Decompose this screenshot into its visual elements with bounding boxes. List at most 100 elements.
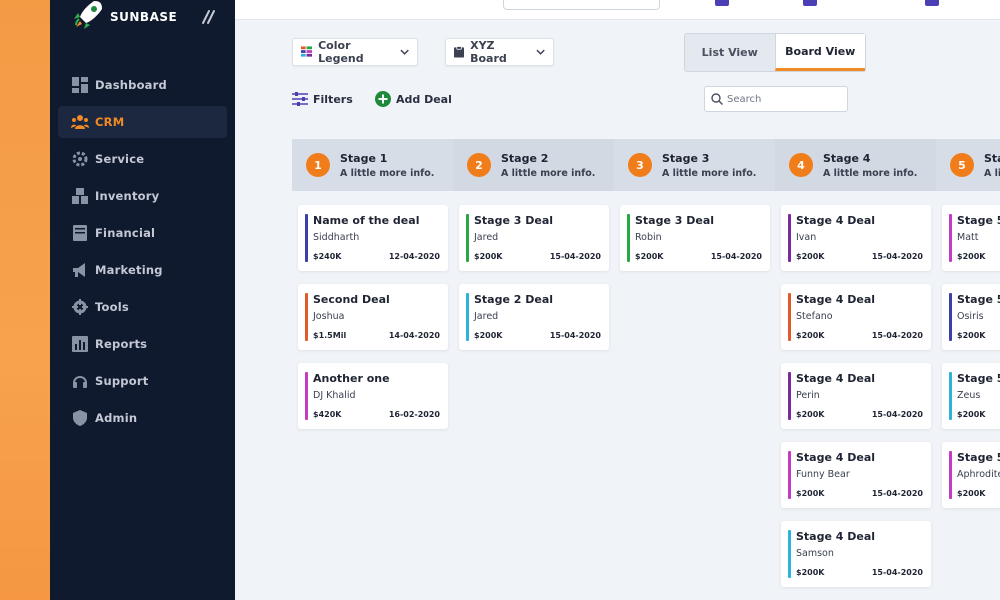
chevron-down-icon	[400, 49, 409, 55]
brand[interactable]: SUNBASE	[70, 0, 177, 34]
stage-header[interactable]: 2 Stage 2 A little more info.	[453, 139, 614, 191]
deal-color-bar	[949, 214, 952, 262]
deal-title: Stage 5 Deal	[957, 293, 1000, 306]
chat-icon[interactable]	[715, 0, 729, 6]
stage-header[interactable]: 3 Stage 3 A little more info.	[614, 139, 775, 191]
deal-color-bar	[949, 293, 952, 341]
deal-card[interactable]: Stage 4 Deal Ivan $200K 15-04-2020	[781, 205, 931, 271]
stage-column: 4 Stage 4 A little more info. Stage 4 Deal I…	[775, 139, 936, 600]
search-box[interactable]	[704, 86, 848, 112]
deal-card[interactable]: Stage 2 Deal Jared $200K 15-04-2020	[459, 284, 609, 350]
deal-card[interactable]: Stage 4 Deal Samson $200K 15-04-2020	[781, 521, 931, 587]
rocket-logo-icon	[74, 1, 102, 29]
deal-person: Matt	[957, 232, 979, 243]
marketing-icon	[71, 261, 89, 279]
deal-person: Funny Bear	[796, 469, 850, 480]
deal-title: Stage 5 Deal	[957, 451, 1000, 464]
stage-header[interactable]: 5 Stage 5 A little more info.	[936, 139, 1000, 191]
plus-circle-icon	[375, 91, 391, 107]
sidebar-item-crm[interactable]: CRM	[58, 106, 227, 138]
sidebar-item-label: Dashboard	[95, 78, 167, 92]
stage-column: 5 Stage 5 A little more info. Stage 5 Deal M…	[936, 139, 1000, 600]
deal-title: Stage 5 Deal	[957, 214, 1000, 227]
deal-card[interactable]: Second Deal Joshua $1.5Mil 14-04-2020	[298, 284, 448, 350]
deal-amount: $200K	[474, 252, 503, 261]
board-view-button[interactable]: Board View	[774, 34, 865, 71]
deal-color-bar	[788, 293, 791, 341]
deal-card[interactable]: Stage 4 Deal Perin $200K 15-04-2020	[781, 363, 931, 429]
sidebar-item-label: Service	[95, 152, 145, 166]
deal-card[interactable]: Stage 5 DealMatt$200K15-04-2020	[942, 205, 1000, 271]
sidebar-item-marketing[interactable]: Marketing	[58, 254, 227, 286]
top-search-input[interactable]	[503, 0, 660, 10]
deal-amount: $240K	[313, 252, 342, 261]
deal-amount: $200K	[957, 410, 986, 419]
sidebar-item-label: CRM	[95, 115, 125, 129]
sidebar-item-dashboard[interactable]: Dashboard	[58, 69, 227, 101]
stage-subtitle: A little more info.	[823, 167, 918, 179]
stage-header[interactable]: 4 Stage 4 A little more info.	[775, 139, 936, 191]
deal-date: 15-04-2020	[871, 331, 923, 340]
deal-card[interactable]: Name of the deal Siddharth $240K 12-04-2020	[298, 205, 448, 271]
stage-header[interactable]: 1 Stage 1 A little more info.	[292, 139, 453, 191]
sidebar-item-label: Admin	[95, 411, 138, 425]
deal-card[interactable]: Stage 5 DealOsiris$200K15-04-2020	[942, 284, 1000, 350]
deal-card[interactable]: Another one DJ Khalid $420K 16-02-2020	[298, 363, 448, 429]
stage-number-badge: 5	[950, 153, 974, 177]
deal-color-bar	[627, 214, 630, 262]
notification-icon[interactable]	[925, 0, 939, 6]
sidebar-item-inventory[interactable]: Inventory	[58, 180, 227, 212]
crm-icon	[71, 113, 89, 131]
deal-date: 12-04-2020	[388, 252, 440, 261]
color-legend-label: Color Legend	[318, 39, 364, 65]
tools-icon	[71, 298, 89, 316]
stage-number-badge: 2	[467, 153, 491, 177]
deal-color-bar	[305, 214, 308, 262]
add-deal-button[interactable]: Add Deal	[375, 90, 452, 108]
stage-column: 1 Stage 1 A little more info. Name of the d…	[292, 139, 453, 600]
deal-date: 15-04-2020	[710, 252, 762, 261]
deal-card[interactable]: Stage 4 Deal Stefano $200K 15-04-2020	[781, 284, 931, 350]
deal-person: Robin	[635, 232, 662, 243]
filters-icon	[292, 92, 308, 106]
top-bar	[235, 0, 1000, 20]
sidebar-item-tools[interactable]: Tools	[58, 291, 227, 323]
deal-amount: $200K	[957, 252, 986, 261]
deal-person: DJ Khalid	[313, 390, 356, 401]
sidebar-item-label: Financial	[95, 226, 156, 240]
search-input[interactable]	[727, 93, 837, 105]
stage-subtitle: A little more info.	[662, 167, 757, 179]
collapse-sidebar-icon[interactable]	[198, 8, 218, 26]
board-select-dropdown[interactable]: XYZ Board	[445, 38, 554, 66]
deal-color-bar	[305, 372, 308, 420]
deal-title: Stage 4 Deal	[796, 214, 876, 227]
sidebar-item-support[interactable]: Support	[58, 365, 227, 397]
deal-date: 15-04-2020	[871, 568, 923, 577]
deal-card[interactable]: Stage 3 Deal Robin $200K 15-04-2020	[620, 205, 770, 271]
stage-name: Stage 4	[823, 151, 871, 165]
deal-person: Jared	[474, 232, 499, 243]
deal-title: Another one	[313, 372, 390, 385]
deal-amount: $420K	[313, 410, 342, 419]
deal-card[interactable]: Stage 5 DealZeus$200K15-04-2020	[942, 363, 1000, 429]
deal-card[interactable]: Stage 3 Deal Jared $200K 15-04-2020	[459, 205, 609, 271]
sidebar-item-admin[interactable]: Admin	[58, 402, 227, 434]
deal-amount: $200K	[635, 252, 664, 261]
deal-color-bar	[788, 530, 791, 578]
list-view-button[interactable]: List View	[685, 34, 775, 71]
deal-color-bar	[788, 372, 791, 420]
shield-icon	[71, 409, 89, 427]
sidebar-item-financial[interactable]: Financial	[58, 217, 227, 249]
sidebar-item-service[interactable]: Service	[58, 143, 227, 175]
stage-name: Stage 3	[662, 151, 710, 165]
deal-color-bar	[788, 451, 791, 499]
deal-card[interactable]: Stage 4 Deal Funny Bear $200K 15-04-2020	[781, 442, 931, 508]
deal-card[interactable]: Stage 5 DealAphrodite$200K15-04-2020	[942, 442, 1000, 508]
color-legend-dropdown[interactable]: Color Legend	[292, 38, 418, 66]
dashboard-icon	[71, 76, 89, 94]
quicklink-icon[interactable]	[803, 0, 817, 6]
sidebar-item-reports[interactable]: Reports	[58, 328, 227, 360]
filters-button[interactable]: Filters	[292, 90, 353, 108]
stage-name: Stage 1	[340, 151, 388, 165]
deal-date: 15-04-2020	[871, 410, 923, 419]
